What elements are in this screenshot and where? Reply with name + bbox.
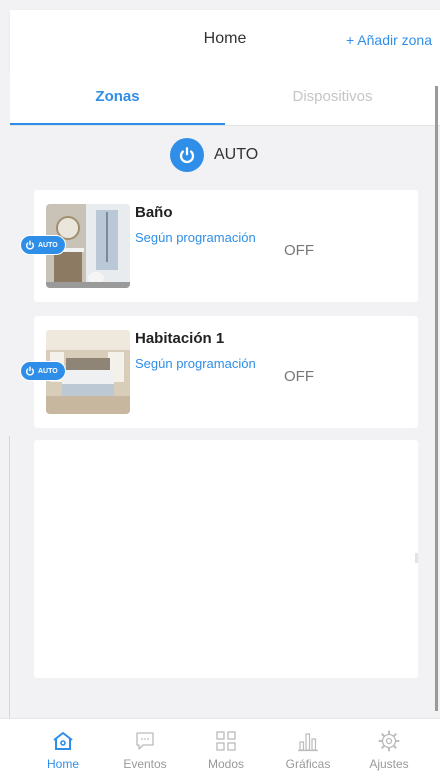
tab-dispositivos[interactable]: Dispositivos [225, 88, 440, 105]
power-icon [25, 366, 35, 376]
zone-schedule: Según programación [135, 356, 256, 371]
bottom-nav: Home Eventos Modos Gráficas Ajustes [0, 718, 440, 776]
bar-chart-icon [298, 733, 318, 752]
add-zone-button[interactable]: + Añadir zona [346, 32, 432, 48]
zone-schedule: Según programación [135, 230, 256, 245]
zone-name: Baño [135, 204, 173, 221]
power-icon [25, 240, 35, 250]
nav-label: Ajustes [369, 757, 409, 771]
nav-graficas[interactable]: Gráficas [273, 729, 343, 771]
auto-badge-label: AUTO [38, 241, 58, 249]
nav-label: Modos [207, 757, 245, 771]
auto-badge: AUTO [20, 235, 66, 255]
scrollbar[interactable] [435, 86, 438, 711]
nav-label: Home [46, 757, 79, 771]
grid-icon [216, 731, 236, 751]
zone-card-habitacion-1[interactable]: Habitación 1 Según programación OFF [34, 316, 418, 428]
divider [415, 553, 418, 563]
empty-zone-area [34, 440, 418, 678]
zone-name: Habitación 1 [135, 330, 225, 347]
auto-badge: AUTO [20, 361, 66, 381]
gear-icon [378, 730, 400, 752]
chat-icon [136, 732, 154, 750]
home-icon [53, 732, 73, 750]
nav-label: Eventos [123, 757, 167, 771]
tab-zonas[interactable]: Zonas [10, 88, 225, 105]
nav-home[interactable]: Home [28, 729, 98, 771]
auto-badge-label: AUTO [38, 367, 58, 375]
divider [9, 436, 10, 718]
tab-bar: Zonas Dispositivos [10, 70, 440, 126]
nav-ajustes[interactable]: Ajustes [354, 729, 424, 771]
nav-label: Gráficas [285, 757, 331, 771]
mode-label: AUTO [214, 146, 259, 163]
mode-toggle[interactable]: AUTO [170, 138, 258, 172]
active-tab-indicator [10, 123, 225, 125]
zone-card-bano[interactable]: Baño Según programación OFF [34, 190, 418, 302]
top-header: Home + Añadir zona [10, 10, 440, 70]
nav-eventos[interactable]: Eventos [110, 729, 180, 771]
zone-state: OFF [284, 368, 314, 385]
nav-modos[interactable]: Modos [191, 729, 261, 771]
power-icon[interactable] [170, 138, 204, 172]
zone-state: OFF [284, 242, 314, 259]
